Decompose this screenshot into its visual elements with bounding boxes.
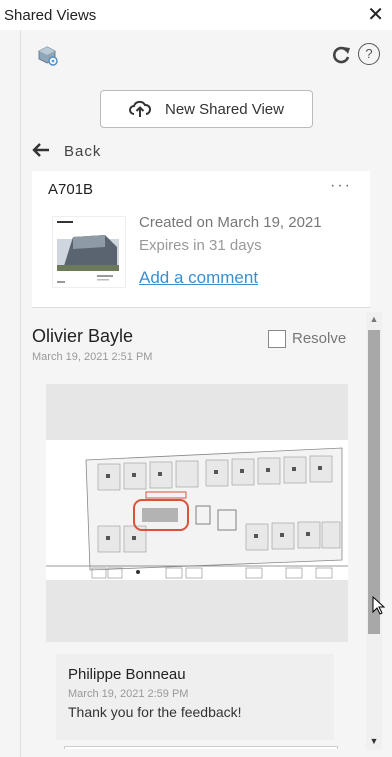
reply-card: Philippe Bonneau March 19, 2021 2:59 PM …: [56, 654, 334, 740]
comment-author: Olivier Bayle: [32, 326, 134, 346]
comments-list: Olivier Bayle March 19, 2021 2:51 PM Res…: [32, 309, 364, 749]
reply-text: Thank you for the feedback!: [68, 704, 242, 720]
panel-title: Shared Views: [4, 7, 97, 24]
reply-input-field[interactable]: [64, 746, 338, 749]
shared-views-cube-icon[interactable]: [36, 44, 60, 68]
floor-plan-image: [46, 440, 348, 580]
refresh-icon[interactable]: [330, 44, 352, 66]
add-comment-link[interactable]: Add a comment: [139, 268, 258, 288]
created-date: Created on March 19, 2021: [139, 214, 322, 231]
cloud-upload-icon: [129, 99, 152, 119]
scroll-thumb[interactable]: [368, 330, 380, 634]
close-icon[interactable]: ✕: [367, 3, 384, 27]
shared-views-panel: Shared Views ✕ ? New Shared View Back A7…: [0, 0, 392, 757]
resolve-label[interactable]: Resolve: [292, 330, 346, 347]
help-icon[interactable]: ?: [358, 43, 380, 65]
new-shared-view-button[interactable]: New Shared View: [100, 90, 313, 128]
scroll-down-arrow-icon[interactable]: ▼: [368, 736, 380, 746]
view-name: A701B: [48, 181, 94, 198]
reply-timestamp: March 19, 2021 2:59 PM: [68, 688, 189, 700]
shared-view-card: A701B ··· Created on March 19, 2021 Expi…: [32, 171, 370, 308]
comments-scrollbar[interactable]: ▲ ▼: [366, 312, 382, 750]
panel-divider: [20, 30, 21, 757]
view-thumbnail[interactable]: [52, 216, 126, 288]
resolve-checkbox[interactable]: [268, 330, 286, 348]
more-options-icon[interactable]: ···: [330, 177, 352, 195]
scroll-up-arrow-icon[interactable]: ▲: [368, 314, 380, 324]
mouse-cursor-icon: [372, 595, 386, 616]
back-label: Back: [64, 143, 102, 160]
expiry-text: Expires in 31 days: [139, 237, 262, 254]
title-bar: Shared Views ✕: [0, 0, 392, 30]
comment-timestamp: March 19, 2021 2:51 PM: [32, 351, 153, 363]
comment-snapshot[interactable]: [46, 384, 348, 642]
new-shared-view-label: New Shared View: [165, 101, 284, 118]
back-arrow-icon: [32, 143, 50, 159]
reply-author: Philippe Bonneau: [68, 666, 186, 683]
